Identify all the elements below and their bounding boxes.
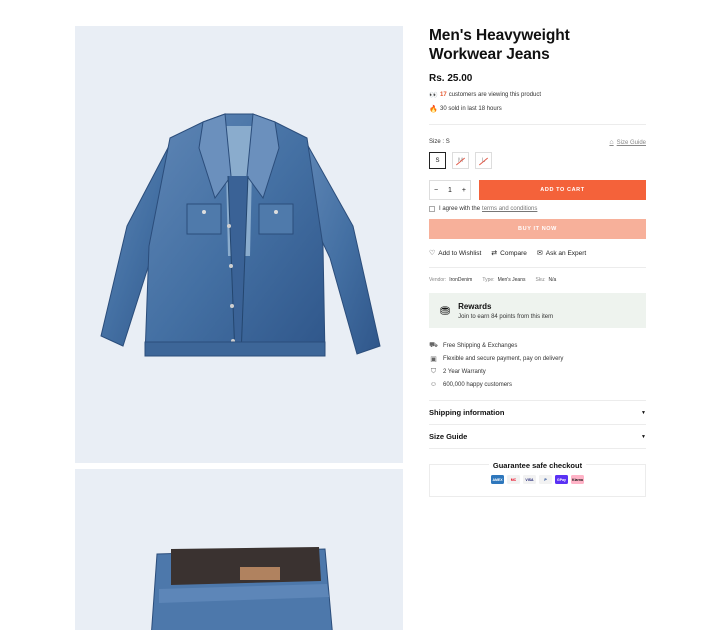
compare-label: Compare xyxy=(500,249,527,257)
qty-value[interactable]: 1 xyxy=(448,187,452,194)
jeans-image xyxy=(151,547,333,630)
product-info: Men's Heavyweight Workwear Jeans Rs. 25.… xyxy=(429,26,646,497)
size-label-wrap: Size : S xyxy=(429,139,450,146)
checkout-title-wrap: Guarantee safe checkout xyxy=(430,461,645,470)
gpay-icon: GPay xyxy=(555,475,568,484)
payment-icons: AMEX MC VISA P GPay Klarna xyxy=(430,475,645,484)
size-header: Size : S ⌂ Size Guide xyxy=(429,139,646,146)
info-accordion: Shipping information ▼ Size Guide ▼ xyxy=(429,400,646,449)
type-value[interactable]: Men's Jeans xyxy=(498,277,526,283)
ask-expert-label: Ask an Expert xyxy=(545,249,587,257)
qty-plus-button[interactable]: + xyxy=(462,187,466,194)
size-guide-link[interactable]: ⌂ Size Guide xyxy=(609,139,646,146)
rewards-banner[interactable]: ⛃ Rewards Join to earn 84 points from th… xyxy=(429,293,646,328)
features-list: ⛟ Free Shipping & Exchanges ▣ Flexible and… xyxy=(429,339,646,391)
compare-icon: ⇄ xyxy=(491,250,498,257)
size-option-m[interactable]: M xyxy=(452,152,469,169)
product-image-main[interactable] xyxy=(75,26,403,463)
compare-action[interactable]: ⇄ Compare xyxy=(491,249,527,258)
safe-checkout: Guarantee safe checkout AMEX MC VISA P G… xyxy=(429,461,646,497)
product-actions: ♡ Add to Wishlist ⇄ Compare ✉ Ask an Exp… xyxy=(429,249,646,258)
feature-label: Flexible and secure payment, pay on deli… xyxy=(443,355,564,362)
feature-item: ☺ 600,000 happy customers xyxy=(429,378,646,391)
vendor-value[interactable]: IronDenim xyxy=(449,277,472,283)
eyes-icon: 👀 xyxy=(429,92,438,99)
rewards-text: Rewards Join to earn 84 points from this… xyxy=(458,302,553,320)
feature-item: ▣ Flexible and secure payment, pay on del… xyxy=(429,352,646,365)
add-to-cart-button[interactable]: ADD TO CART xyxy=(479,180,646,200)
product-price: Rs. 25.00 xyxy=(429,73,473,84)
lock-icon: ▣ xyxy=(430,355,437,363)
amex-icon: AMEX xyxy=(491,475,504,484)
accordion-size-guide[interactable]: Size Guide ▼ xyxy=(429,425,646,449)
sold-text: 30 sold in last 18 hours xyxy=(440,106,502,112)
sku-value: N/a xyxy=(548,277,557,283)
qty-minus-button[interactable]: − xyxy=(434,187,438,194)
sku-label: Sku: xyxy=(535,277,546,283)
visa-icon: VISA xyxy=(523,475,536,484)
wishlist-label: Add to Wishlist xyxy=(438,249,482,257)
product-image-secondary[interactable] xyxy=(75,469,403,630)
size-label: Size : xyxy=(429,139,446,145)
size-swatches: S M L xyxy=(429,152,646,169)
caret-down-icon: ▼ xyxy=(641,409,646,416)
feature-label: 600,000 happy customers xyxy=(443,381,513,388)
accordion-label: Size Guide xyxy=(429,432,468,441)
rewards-title: Rewards xyxy=(458,301,492,311)
size-guide-label: Size Guide xyxy=(616,139,646,146)
vendor-pair: Vendor: IronDenim xyxy=(429,277,472,283)
product-title: Men's Heavyweight Workwear Jeans xyxy=(429,27,570,63)
type-pair: Type: Men's Jeans xyxy=(482,277,525,283)
viewers-text: customers are viewing this product xyxy=(448,92,542,98)
viewers-line: 👀 17 customers are viewing this product xyxy=(429,91,646,99)
terms-agree: I agree with the terms and conditions xyxy=(429,206,646,212)
rewards-subtitle: Join to earn 84 points from this item xyxy=(458,313,554,320)
paypal-icon: P xyxy=(539,475,552,484)
checkout-title: Guarantee safe checkout xyxy=(488,461,587,470)
mastercard-icon: MC xyxy=(507,475,520,484)
terms-link[interactable]: terms and conditions xyxy=(482,206,537,212)
feature-item: ⛟ Free Shipping & Exchanges xyxy=(429,339,646,352)
agree-text: I agree with the xyxy=(439,206,481,212)
wishlist-action[interactable]: ♡ Add to Wishlist xyxy=(429,249,482,258)
product-meta: Vendor: IronDenim Type: Men's Jeans Sku: N/… xyxy=(429,267,646,283)
caret-down-icon: ▼ xyxy=(641,433,646,440)
feature-item: ⛉ 2 Year Warranty xyxy=(429,365,646,378)
coins-icon: ⛃ xyxy=(440,303,451,318)
denim-jacket-image xyxy=(100,113,381,357)
accordion-shipping[interactable]: Shipping information ▼ xyxy=(429,401,646,425)
cart-row: − 1 + ADD TO CART xyxy=(429,180,646,200)
mail-icon: ✉ xyxy=(536,250,543,257)
sku-pair: Sku: N/a xyxy=(535,277,556,283)
sold-line: 🔥 30 sold in last 18 hours xyxy=(429,105,646,113)
size-selected: S xyxy=(445,139,450,145)
size-option-l[interactable]: L xyxy=(475,152,492,169)
size-option-s[interactable]: S xyxy=(429,152,446,169)
accordion-label: Shipping information xyxy=(429,408,505,417)
shield-icon: ⛉ xyxy=(430,367,437,375)
truck-icon: ⛟ xyxy=(429,342,438,349)
vendor-label: Vendor: xyxy=(429,277,447,283)
feature-label: Free Shipping & Exchanges xyxy=(443,342,518,349)
quantity-stepper: − 1 + xyxy=(429,180,471,200)
feature-label: 2 Year Warranty xyxy=(443,368,486,375)
ask-expert-action[interactable]: ✉ Ask an Expert xyxy=(536,249,587,258)
divider xyxy=(429,124,646,125)
viewers-count: 17 xyxy=(440,92,447,98)
fire-icon: 🔥 xyxy=(429,106,438,113)
type-label: Type: xyxy=(482,277,495,283)
ruler-icon: ⌂ xyxy=(609,139,614,146)
terms-checkbox[interactable] xyxy=(429,206,435,212)
users-icon: ☺ xyxy=(429,381,438,388)
klarna-icon: Klarna xyxy=(571,475,584,484)
heart-icon: ♡ xyxy=(429,250,436,257)
buy-now-button[interactable]: BUY IT NOW xyxy=(429,219,646,239)
